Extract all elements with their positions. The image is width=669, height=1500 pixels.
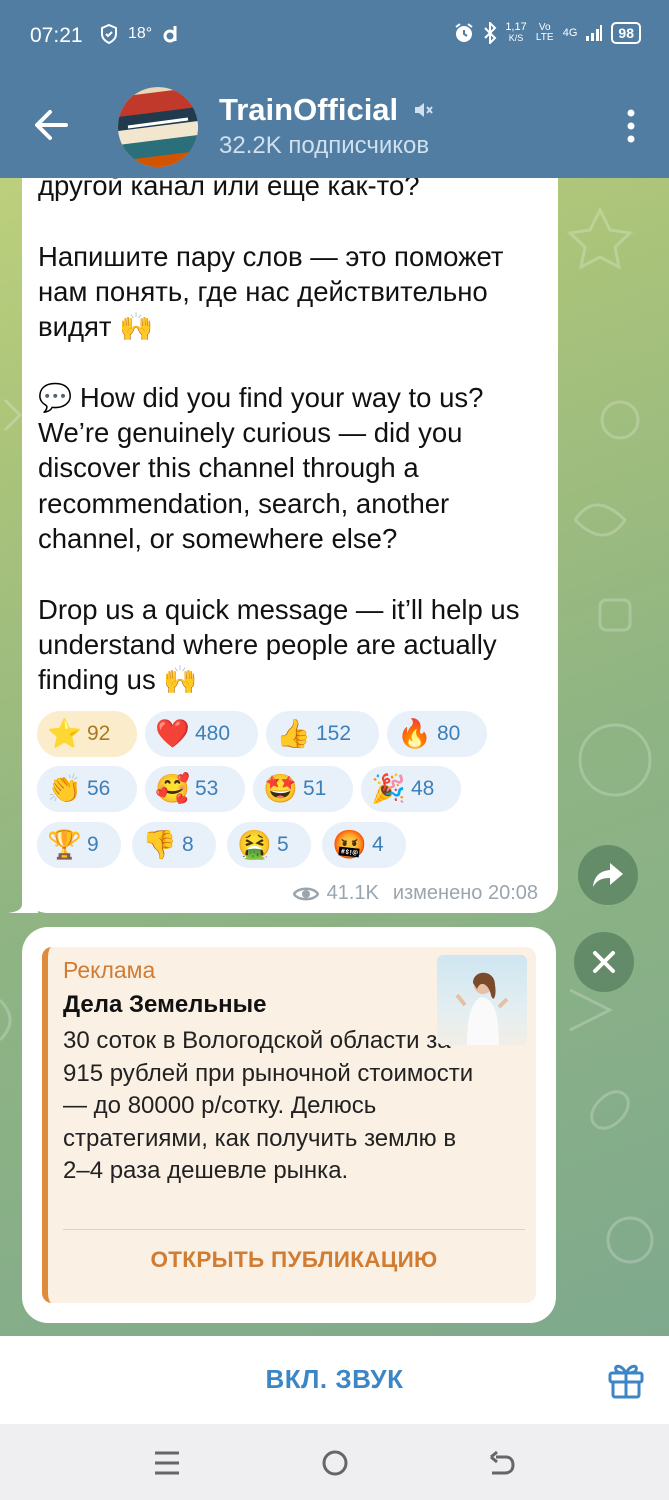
reaction-count: 53 [195, 777, 219, 800]
edited-time: изменено 20:08 [392, 882, 538, 904]
alarm-icon [455, 23, 473, 42]
channel-name: TrainOfficial [219, 92, 399, 127]
ad-card[interactable]: Реклама Дела Земельные 30 соток в Волого… [42, 947, 536, 1303]
reaction-count: 92 [87, 722, 111, 745]
forward-button[interactable] [578, 845, 638, 905]
reaction-count: 4 [372, 833, 384, 856]
back-nav-icon[interactable] [486, 1448, 516, 1478]
back-arrow-icon[interactable] [30, 104, 72, 146]
status-left-icons: 18° [100, 24, 180, 44]
net-speed: 1,17 K/S [505, 21, 527, 44]
subscriber-count: 32.2K подписчиков [219, 132, 430, 159]
signal-icon [586, 25, 603, 41]
reaction-star-struck[interactable]: 🤩 51 [253, 766, 353, 812]
volte-label: Vo LTE [535, 22, 554, 43]
reaction-thumbs-down[interactable]: 👎 8 [132, 822, 216, 868]
ad-body: 30 соток в Вологодской области за 915 ру… [63, 1027, 474, 1184]
eye-icon [292, 887, 319, 900]
fire-emoji-icon: 🔥 [397, 717, 432, 750]
woman-photo-image [455, 972, 509, 1045]
trophy-emoji-icon: 🏆 [47, 828, 82, 861]
channel-avatar[interactable] [118, 87, 198, 167]
open-publication-button[interactable]: ОТКРЫТЬ ПУБЛИКАЦИЮ [63, 1247, 525, 1273]
ad-divider [63, 1229, 525, 1230]
ad-title: Дела Земельные [63, 991, 267, 1018]
heart-emoji-icon: ❤️ [155, 717, 190, 750]
reaction-star[interactable]: ⭐ 92 [37, 711, 137, 757]
unmute-button[interactable]: ВКЛ. ЗВУК [0, 1364, 669, 1395]
chat-header: 07:21 18° 1,17 K/S Vo LTE 4G 98 TrainOff… [0, 0, 669, 178]
reaction-trophy[interactable]: 🏆 9 [37, 822, 121, 868]
reaction-vomit[interactable]: 🤮 5 [227, 822, 311, 868]
status-temp: 18° [128, 25, 153, 42]
muted-icon [415, 103, 433, 117]
reaction-thumbs-up[interactable]: 👍 152 [266, 711, 379, 757]
message-bubble[interactable]: другой канал или еще как-то? Напишите па… [22, 150, 558, 913]
close-ad-button[interactable] [574, 932, 634, 992]
reaction-party[interactable]: 🎉 48 [361, 766, 461, 812]
share-arrow-icon [593, 863, 623, 887]
clap-emoji-icon: 👏 [47, 772, 82, 805]
shield-icon [101, 24, 117, 44]
reaction-count: 8 [182, 833, 194, 856]
reaction-count: 9 [87, 833, 99, 856]
home-icon[interactable] [320, 1448, 350, 1478]
system-nav-bar [0, 1424, 669, 1500]
reaction-count: 5 [277, 833, 289, 856]
train-avatar-image [118, 87, 198, 167]
ad-thumbnail[interactable] [437, 955, 527, 1045]
reaction-count: 80 [437, 722, 461, 745]
star-emoji-icon: ⭐ [47, 717, 82, 750]
view-count: 41.1K [326, 882, 379, 904]
thumbs-up-emoji-icon: 👍 [276, 717, 311, 750]
reaction-cursing[interactable]: 🤬 4 [322, 822, 406, 868]
sponsored-message[interactable]: Реклама Дела Земельные 30 соток в Волого… [22, 927, 556, 1323]
channel-title[interactable]: TrainOfficial [219, 92, 434, 128]
party-popper-emoji-icon: 🎉 [371, 772, 406, 805]
cursing-emoji-icon: 🤬 [332, 828, 367, 861]
more-vert-icon[interactable] [621, 106, 641, 146]
reaction-smiling-hearts[interactable]: 🥰 53 [145, 766, 245, 812]
message-text: другой канал или еще как-то? Напишите па… [38, 170, 520, 696]
reaction-count: 480 [195, 722, 231, 745]
bluetooth-icon [484, 22, 497, 44]
ad-label: Реклама [63, 957, 156, 983]
battery-indicator: 98 [611, 22, 641, 44]
reaction-fire[interactable]: 🔥 80 [387, 711, 487, 757]
recent-apps-icon[interactable] [152, 1448, 182, 1478]
status-right: 1,17 K/S Vo LTE 4G 98 [453, 22, 641, 44]
thumbs-down-emoji-icon: 👎 [142, 828, 177, 861]
reaction-count: 152 [316, 722, 352, 745]
message-meta: 41.1K изменено 20:08 [292, 882, 538, 905]
status-bar: 07:21 18° 1,17 K/S Vo LTE 4G 98 [0, 0, 669, 76]
reaction-clap[interactable]: 👏 56 [37, 766, 137, 812]
smiling-hearts-emoji-icon: 🥰 [155, 772, 190, 805]
close-icon [593, 951, 615, 973]
reaction-count: 56 [87, 777, 111, 800]
app-d-icon [163, 26, 177, 43]
network-type: 4G [562, 27, 578, 39]
star-struck-emoji-icon: 🤩 [263, 772, 298, 805]
reaction-heart[interactable]: ❤️ 480 [145, 711, 258, 757]
bubble-tail [8, 890, 38, 913]
bottom-bar: ВКЛ. ЗВУК [0, 1336, 669, 1424]
status-time: 07:21 [30, 24, 83, 47]
vomit-emoji-icon: 🤮 [237, 828, 272, 861]
reaction-count: 51 [303, 777, 327, 800]
gift-icon[interactable] [607, 1360, 645, 1400]
reaction-count: 48 [411, 777, 435, 800]
